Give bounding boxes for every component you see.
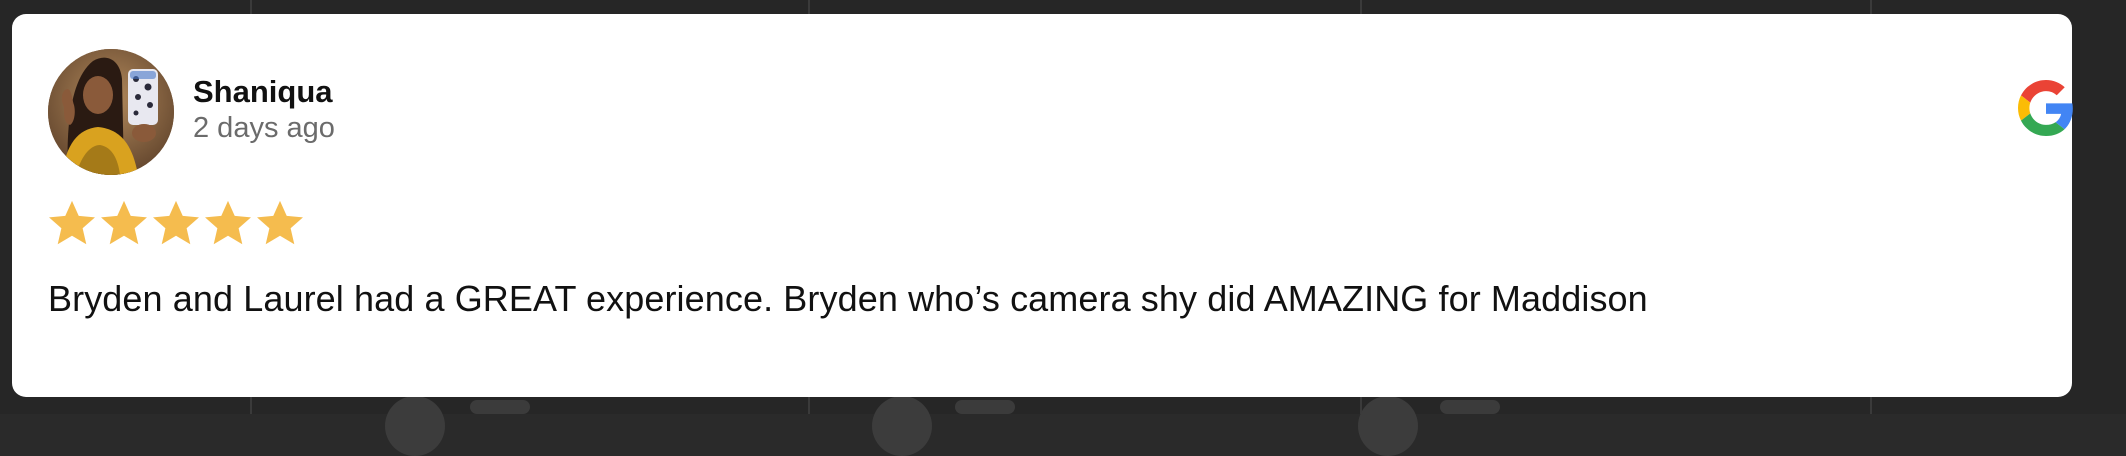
background-avatar: [385, 396, 445, 456]
star-icon: [101, 200, 147, 245]
star-icon: [49, 200, 95, 245]
review-card[interactable]: Shaniqua 2 days ago Bryden and Laurel ha…: [12, 14, 2074, 397]
star-icon: [205, 200, 251, 245]
review-text: Bryden and Laurel had a GREAT experience…: [48, 278, 1648, 319]
star-rating: [46, 196, 306, 256]
reviewer-avatar[interactable]: [48, 49, 174, 175]
background-avatar: [872, 396, 932, 456]
background-name-placeholder: [1440, 400, 1500, 414]
review-date: 2 days ago: [193, 112, 335, 144]
google-icon[interactable]: [2018, 80, 2074, 136]
background-name-placeholder: [470, 400, 530, 414]
star-icon: [257, 200, 303, 245]
user-avatar-photo-icon: [48, 49, 174, 175]
background-name-placeholder: [955, 400, 1015, 414]
star-icon: [153, 200, 199, 245]
background-avatar: [1358, 396, 1418, 456]
reviewer-name[interactable]: Shaniqua: [193, 74, 333, 110]
